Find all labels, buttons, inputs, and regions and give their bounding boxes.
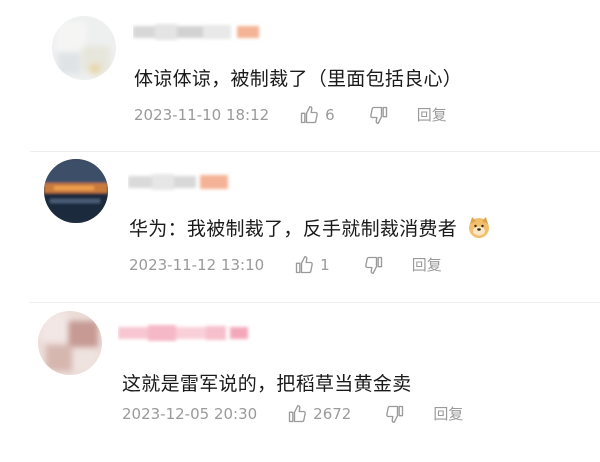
dislike-button[interactable] — [369, 105, 389, 125]
like-button[interactable]: 6 — [299, 105, 335, 125]
blurred-name-image — [128, 174, 228, 190]
comment-item: 华为：我被制裁了，反手就制裁消费者 2023-11-12 13:10 1 回复 — [0, 152, 600, 300]
avatar[interactable] — [52, 16, 116, 80]
like-count: 1 — [320, 255, 330, 274]
comment-time: 2023-11-10 18:12 — [134, 105, 270, 124]
thumbs-down-icon — [364, 256, 382, 274]
thumbs-down-icon — [369, 106, 387, 124]
reply-button[interactable]: 回复 — [433, 403, 463, 424]
avatar[interactable] — [38, 311, 102, 375]
comment-time: 2023-12-05 20:30 — [122, 404, 258, 423]
username-blurred[interactable] — [133, 22, 263, 40]
comment-text: 这就是雷军说的，把稻草当黄金卖 — [122, 373, 412, 395]
reply-button[interactable]: 回复 — [412, 254, 442, 275]
comment-meta: 2023-11-12 13:10 1 回复 — [129, 254, 442, 275]
dislike-button[interactable] — [364, 255, 384, 275]
avatar-image — [38, 311, 102, 375]
avatar-image — [44, 159, 108, 223]
like-count: 2672 — [313, 404, 352, 423]
like-button[interactable]: 1 — [294, 255, 330, 275]
thumbs-up-icon — [301, 105, 319, 123]
avatar-image — [52, 16, 116, 80]
comment-meta: 2023-12-05 20:30 2672 回复 — [122, 403, 463, 424]
comment-text: 体谅体谅，被制裁了（里面包括良心） — [134, 68, 463, 90]
thumbs-up-icon — [289, 404, 307, 422]
comment-meta: 2023-11-10 18:12 6 回复 — [134, 104, 447, 125]
username-blurred[interactable] — [118, 323, 253, 341]
reply-button[interactable]: 回复 — [417, 104, 447, 125]
comment-item: 这就是雷军说的，把稻草当黄金卖 2023-12-05 20:30 2672 回复 — [0, 303, 600, 462]
doge-icon — [467, 215, 491, 244]
like-button[interactable]: 2672 — [287, 404, 351, 424]
thumbs-up-icon — [296, 255, 314, 273]
comment-item: 体谅体谅，被制裁了（里面包括良心） 2023-11-10 18:12 6 回复 — [0, 0, 600, 150]
blurred-name-image — [118, 325, 248, 341]
comment-time: 2023-11-12 13:10 — [129, 255, 265, 274]
blurred-name-image — [133, 24, 259, 40]
comment-text: 华为：我被制裁了，反手就制裁消费者 — [129, 214, 491, 244]
dislike-button[interactable] — [385, 404, 405, 424]
like-count: 6 — [325, 105, 335, 124]
username-blurred[interactable] — [128, 172, 238, 190]
thumbs-down-icon — [386, 405, 404, 423]
avatar[interactable] — [44, 159, 108, 223]
comment-text-content: 华为：我被制裁了，反手就制裁消费者 — [129, 218, 458, 240]
